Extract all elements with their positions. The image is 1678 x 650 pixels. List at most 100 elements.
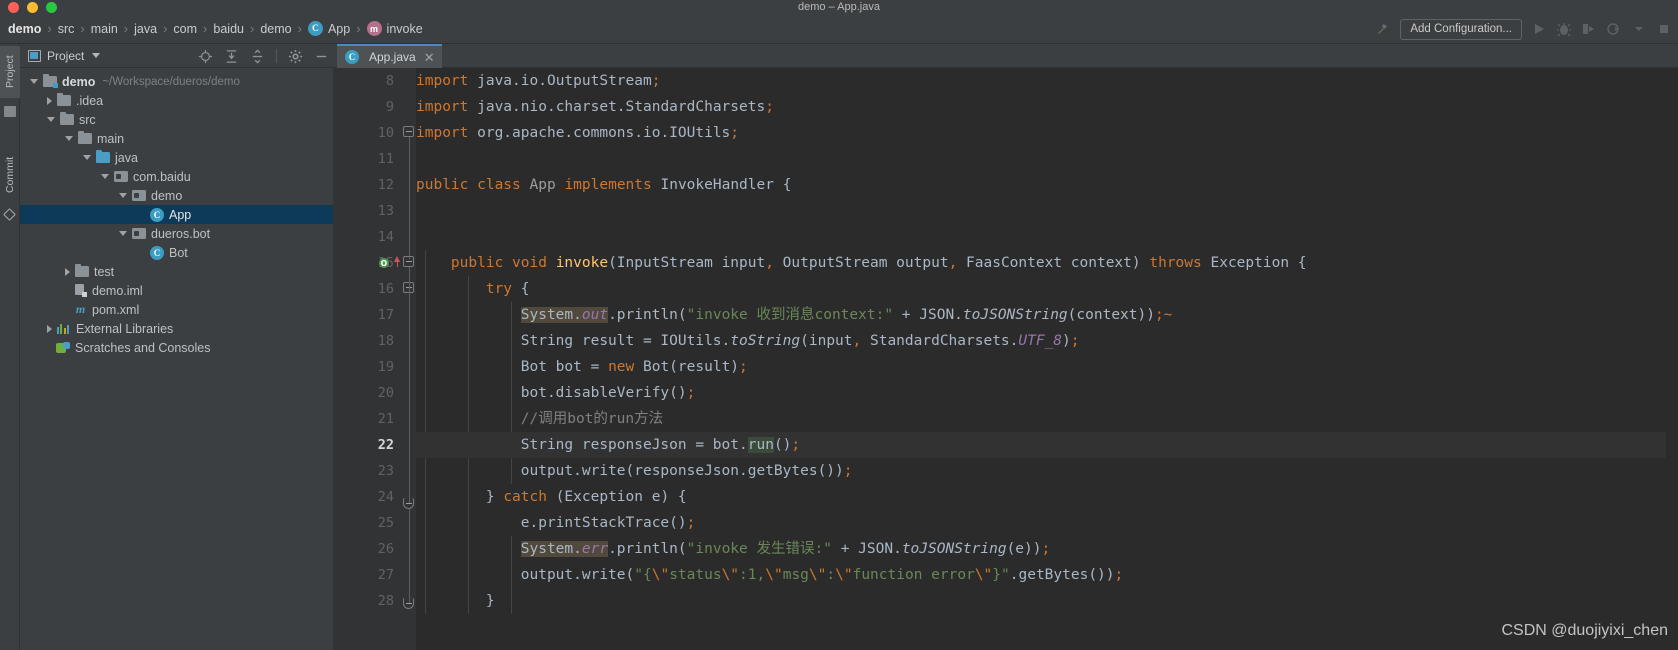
- fold-region-line: [408, 267, 410, 503]
- code-line-24[interactable]: } catch (Exception e) {: [416, 484, 1678, 510]
- code-line-19[interactable]: Bot bot = new Bot(result);: [416, 354, 1678, 380]
- breadcrumb-item-invoke[interactable]: m invoke: [366, 21, 423, 36]
- stop-icon[interactable]: [1656, 21, 1672, 37]
- breadcrumb-item-main[interactable]: main: [91, 22, 118, 36]
- breadcrumb-item-src[interactable]: src: [58, 22, 75, 36]
- package-icon: [132, 228, 146, 239]
- fold-marker-catch[interactable]: [403, 498, 414, 509]
- code-line-9[interactable]: import java.nio.charset.StandardCharsets…: [416, 94, 1678, 120]
- tree-item-dueros-bot[interactable]: dueros.bot: [20, 224, 333, 243]
- breadcrumb-item-baidu[interactable]: baidu: [213, 22, 244, 36]
- breadcrumb-item-demo-pkg[interactable]: demo: [260, 22, 291, 36]
- code-line-10[interactable]: import org.apache.commons.io.IOUtils;: [416, 120, 1678, 146]
- add-configuration-button[interactable]: Add Configuration...: [1400, 18, 1522, 40]
- profiler-icon[interactable]: [1606, 21, 1622, 37]
- line-number: 27: [377, 567, 394, 583]
- code-line-22[interactable]: String responseJson = bot.run();: [416, 432, 1678, 458]
- commit-icon: [3, 208, 16, 221]
- code-line-16[interactable]: try {: [416, 276, 1678, 302]
- code-line-28[interactable]: }: [416, 588, 1678, 614]
- breadcrumb-item-demo[interactable]: demo: [8, 22, 41, 36]
- code-line-14[interactable]: [416, 224, 1678, 250]
- tree-item-bot[interactable]: C Bot: [20, 243, 333, 262]
- expand-all-icon[interactable]: [224, 49, 239, 64]
- run-icon[interactable]: [1531, 21, 1547, 37]
- override-method-icon[interactable]: O: [379, 258, 389, 268]
- code-line-13[interactable]: [416, 198, 1678, 224]
- code-line-25[interactable]: e.printStackTrace();: [416, 510, 1678, 536]
- hammer-icon[interactable]: [1375, 21, 1391, 37]
- breadcrumb-separator: ›: [123, 21, 129, 36]
- tree-item-java[interactable]: java: [20, 148, 333, 167]
- chevron-down-icon[interactable]: [30, 79, 38, 84]
- tree-item-com-baidu[interactable]: com.baidu: [20, 167, 333, 186]
- code-line-17[interactable]: System.out.println("invoke 收到消息context:"…: [416, 302, 1678, 328]
- tree-item-test[interactable]: test: [20, 262, 333, 281]
- code-line-8[interactable]: import java.io.OutputStream;: [416, 68, 1678, 94]
- code-line-18[interactable]: String result = IOUtils.toString(input, …: [416, 328, 1678, 354]
- editor-scrollbar[interactable]: [1666, 68, 1678, 650]
- code-line-12[interactable]: public class App implements InvokeHandle…: [416, 172, 1678, 198]
- tree-item-idea[interactable]: .idea: [20, 91, 333, 110]
- debug-icon[interactable]: [1556, 21, 1572, 37]
- tree-item-external-libraries[interactable]: External Libraries: [20, 319, 333, 338]
- breadcrumb-item-app[interactable]: C App: [307, 21, 350, 36]
- chevron-down-icon[interactable]: [119, 193, 127, 198]
- tree-item-demo-package[interactable]: demo: [20, 186, 333, 205]
- project-icon: [4, 106, 16, 117]
- tree-item-main[interactable]: main: [20, 129, 333, 148]
- chevron-right-icon[interactable]: [47, 96, 52, 105]
- editor-fold-strip[interactable]: [402, 68, 416, 650]
- line-number: 9: [385, 99, 394, 115]
- code-line-20[interactable]: bot.disableVerify();: [416, 380, 1678, 406]
- tree-item-label: Bot: [169, 245, 188, 260]
- java-class-icon: C: [307, 21, 323, 36]
- tree-item-scratches-and-consoles[interactable]: Scratches and Consoles: [20, 338, 333, 357]
- fold-marker-method[interactable]: [403, 256, 414, 267]
- chevron-down-icon[interactable]: [92, 53, 101, 58]
- locate-icon[interactable]: [198, 49, 213, 64]
- tree-item-src[interactable]: src: [20, 110, 333, 129]
- breadcrumb-separator: ›: [47, 21, 52, 36]
- chevron-right-icon[interactable]: [47, 324, 52, 333]
- line-number: 13: [377, 203, 394, 219]
- code-line-15[interactable]: public void invoke(InputStream input, Ou…: [416, 250, 1678, 276]
- code-line-11[interactable]: [416, 146, 1678, 172]
- collapse-all-icon[interactable]: [250, 48, 265, 64]
- tool-window-tab-commit[interactable]: Commit: [0, 144, 20, 206]
- editor-tab-app-java[interactable]: C App.java ✕: [337, 44, 442, 68]
- gear-icon[interactable]: [288, 49, 303, 64]
- close-icon[interactable]: ✕: [424, 51, 435, 64]
- run-with-coverage-icon[interactable]: [1581, 21, 1597, 37]
- chevron-down-icon[interactable]: [1631, 21, 1647, 37]
- window-title: demo – App.java: [798, 1, 880, 13]
- chevron-down-icon[interactable]: [47, 117, 55, 122]
- implementing-method-arrow-icon[interactable]: [394, 256, 400, 267]
- code-editor[interactable]: 8 9 10 11 12 13 14 15 16 17 18 19 20 21 …: [333, 68, 1678, 650]
- breadcrumb-item-com[interactable]: com: [173, 22, 197, 36]
- hide-panel-icon[interactable]: [314, 49, 329, 64]
- editor-gutter[interactable]: 8 9 10 11 12 13 14 15 16 17 18 19 20 21 …: [333, 68, 402, 650]
- chevron-right-icon[interactable]: [65, 267, 70, 276]
- tree-item-pom-xml[interactable]: m pom.xml: [20, 300, 333, 319]
- code-line-23[interactable]: output.write(responseJson.getBytes());: [416, 458, 1678, 484]
- code-text-area[interactable]: import java.io.OutputStream; import java…: [416, 68, 1678, 650]
- code-line-27[interactable]: output.write("{\"status\":1,\"msg\":\"fu…: [416, 562, 1678, 588]
- chevron-down-icon[interactable]: [65, 136, 73, 141]
- tool-window-tab-project[interactable]: Project: [0, 46, 20, 98]
- code-line-26[interactable]: System.err.println("invoke 发生错误:" + JSON…: [416, 536, 1678, 562]
- fold-marker-block-end[interactable]: [403, 598, 414, 609]
- breadcrumb-label: baidu: [213, 21, 244, 36]
- chevron-down-icon[interactable]: [101, 174, 109, 179]
- breadcrumb-item-java[interactable]: java: [134, 22, 157, 36]
- breadcrumb-separator: ›: [297, 21, 302, 36]
- java-class-icon: C: [150, 245, 164, 260]
- chevron-down-icon[interactable]: [119, 231, 127, 236]
- breadcrumb-separator: ›: [249, 21, 255, 36]
- tree-item-demo[interactable]: demo ~/Workspace/dueros/demo: [20, 72, 333, 91]
- tree-item-app[interactable]: C App: [20, 205, 333, 224]
- code-line-21[interactable]: //调用bot的run方法: [416, 406, 1678, 432]
- fold-marker-imports[interactable]: [403, 126, 414, 137]
- chevron-down-icon[interactable]: [83, 155, 91, 160]
- tree-item-demo-iml[interactable]: demo.iml: [20, 281, 333, 300]
